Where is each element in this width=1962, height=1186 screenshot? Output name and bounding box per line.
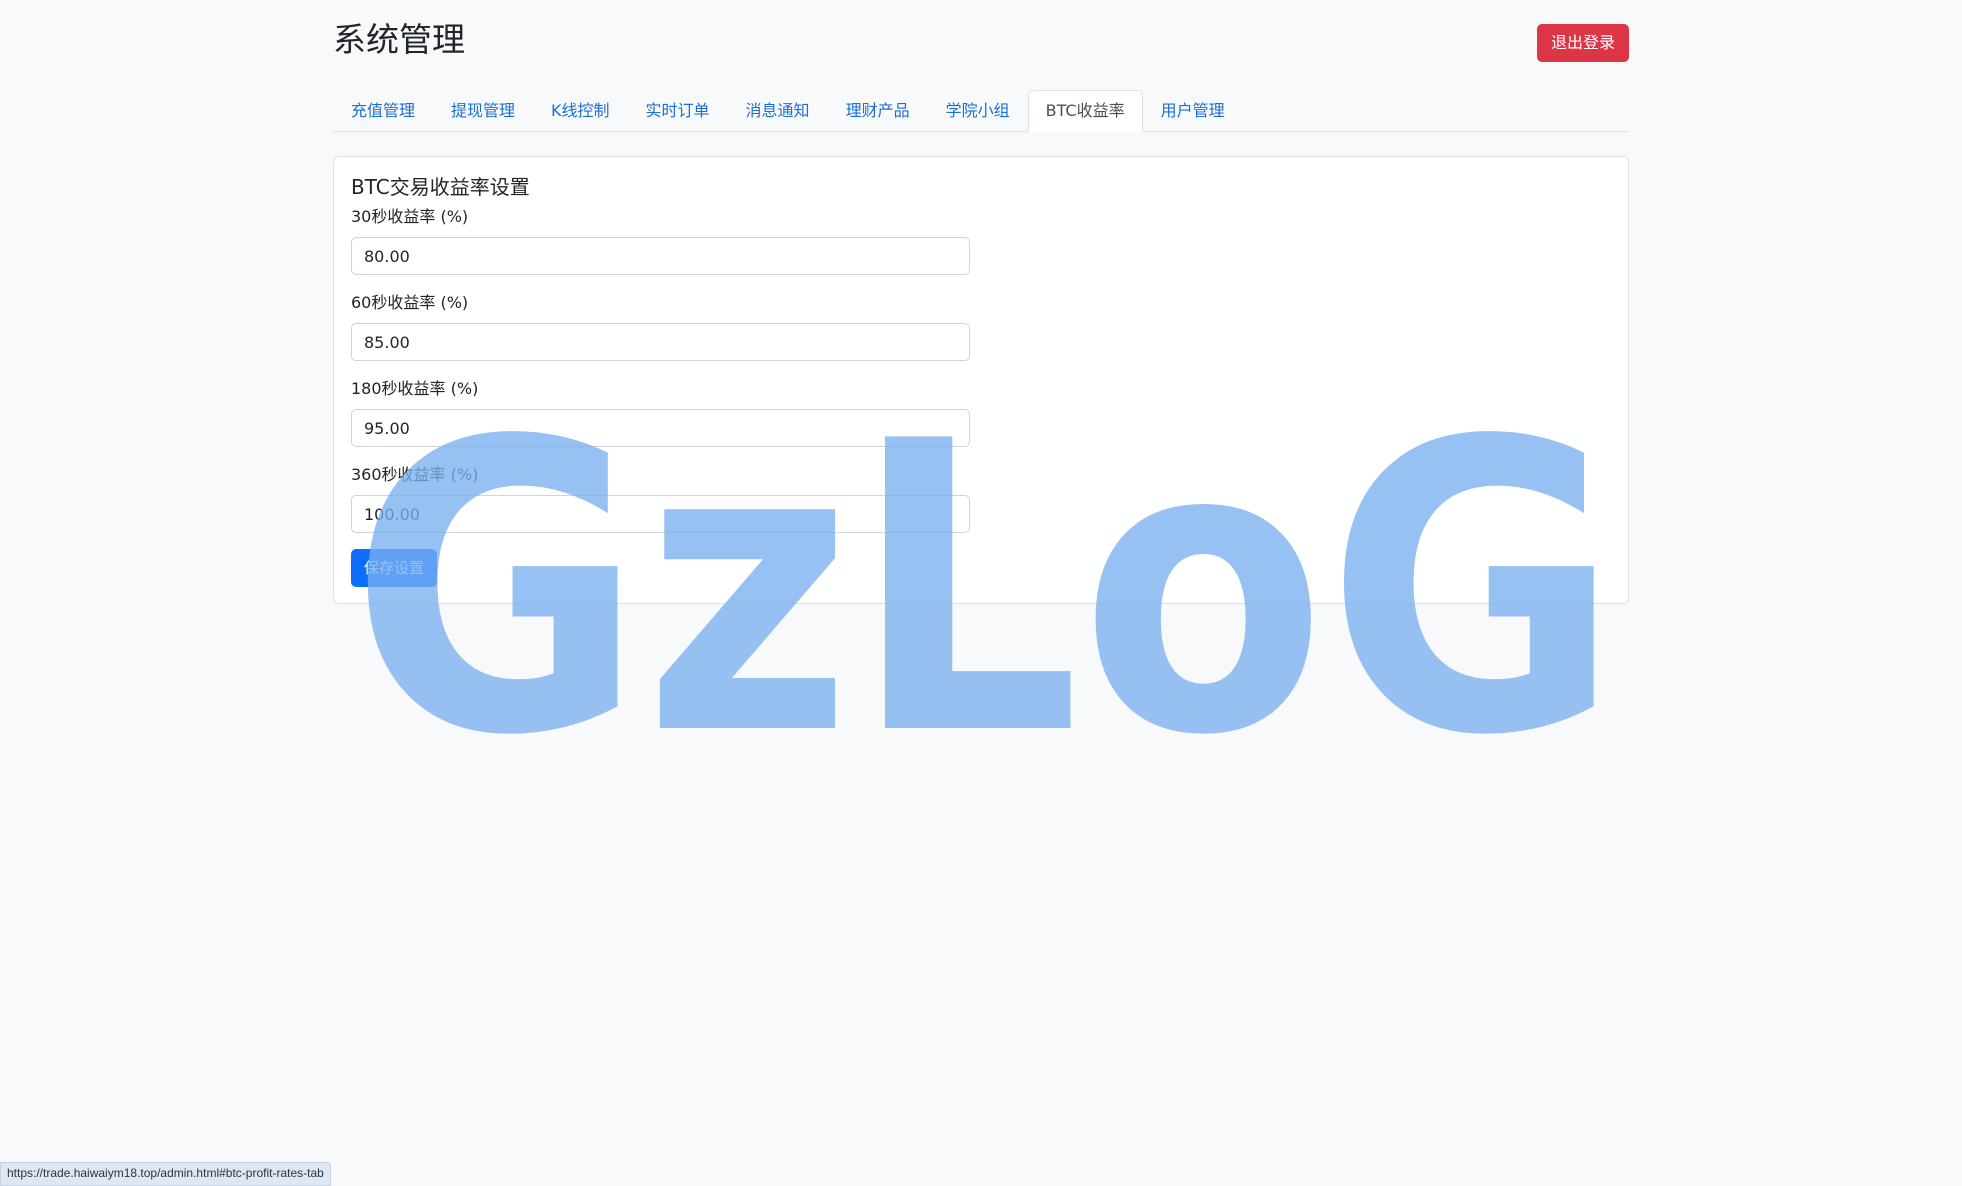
rate-180s-input[interactable] <box>351 409 970 447</box>
status-bar-url: https://trade.haiwaiym18.top/admin.html#… <box>0 1162 331 1186</box>
btc-profit-rates-card: BTC交易收益率设置 30秒收益率 (%) 60秒收益率 (%) 180秒收益率… <box>333 156 1629 604</box>
page-title: 系统管理 <box>333 20 465 59</box>
tab-user-management[interactable]: 用户管理 <box>1143 90 1243 131</box>
rate-360s-label: 360秒收益率 (%) <box>351 465 479 484</box>
rate-30s-label: 30秒收益率 (%) <box>351 207 469 226</box>
admin-container: 系统管理 退出登录 充值管理 提现管理 K线控制 实时订单 消息通知 理财产品 … <box>333 0 1629 604</box>
form-title: BTC交易收益率设置 <box>351 175 530 199</box>
admin-tabs: 充值管理 提现管理 K线控制 实时订单 消息通知 理财产品 学院小组 BTC收益… <box>333 90 1629 132</box>
tab-kline[interactable]: K线控制 <box>533 90 628 131</box>
save-settings-button[interactable]: 保存设置 <box>351 549 438 587</box>
tab-academy-groups[interactable]: 学院小组 <box>928 90 1028 131</box>
rate-180s-label: 180秒收益率 (%) <box>351 379 479 398</box>
tab-withdraw[interactable]: 提现管理 <box>433 90 533 131</box>
rate-60s-input[interactable] <box>351 323 970 361</box>
page-header: 系统管理 退出登录 <box>333 0 1629 80</box>
tab-btc-profit-rates[interactable]: BTC收益率 <box>1027 90 1143 132</box>
tab-recharge[interactable]: 充值管理 <box>333 90 433 131</box>
tab-wealth-products[interactable]: 理财产品 <box>828 90 928 131</box>
tab-notifications[interactable]: 消息通知 <box>728 90 828 131</box>
rate-60s-label: 60秒收益率 (%) <box>351 293 469 312</box>
rate-30s-input[interactable] <box>351 237 970 275</box>
tab-live-orders[interactable]: 实时订单 <box>628 90 728 131</box>
rate-360s-input[interactable] <box>351 495 970 533</box>
logout-button[interactable]: 退出登录 <box>1536 24 1629 62</box>
